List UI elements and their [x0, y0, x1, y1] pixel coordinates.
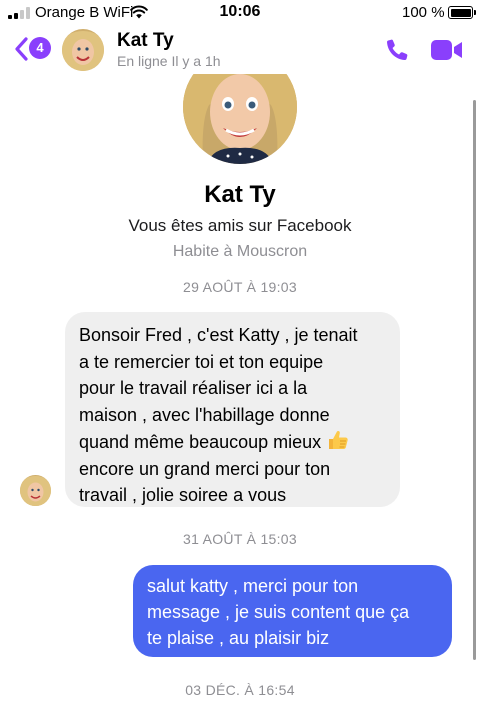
message-line: encore un grand merci pour ton: [79, 458, 331, 479]
message-line: Bonsoir Fred , c'est Katty , je tenait: [79, 325, 358, 345]
profile-location: Habite à Mouscron: [172, 243, 308, 260]
status-bar: Orange B WiFi 10:06 100 %: [0, 0, 480, 26]
unread-count-badge: 4: [29, 37, 51, 59]
contact-avatar[interactable]: [62, 29, 104, 71]
thumbs-up-icon: [329, 431, 348, 449]
message-line: message , je suis content que ça: [147, 602, 410, 622]
chat-header: 4 Kat Ty En ligne Il y a 1h: [0, 26, 480, 74]
message-line: pour le travail réaliser ici a la: [79, 378, 308, 398]
sender-avatar[interactable]: [20, 475, 51, 506]
message-line: salut katty , merci pour ton: [147, 576, 359, 596]
message-line: te plaise , au plaisir biz: [147, 628, 330, 648]
profile-friends-text: Vous êtes amis sur Facebook: [128, 216, 352, 235]
message-line: quand même beaucoup mieux: [79, 432, 322, 452]
back-button[interactable]: 4: [12, 34, 52, 64]
phone-icon[interactable]: [384, 37, 410, 63]
contact-name[interactable]: Kat Ty: [117, 30, 174, 52]
message-line: maison , avec l'habillage donne: [79, 404, 330, 425]
message-line: travail , jolie soiree a vous: [79, 485, 287, 505]
battery-cap: [474, 10, 476, 15]
battery-percent: 100 %: [402, 4, 445, 21]
timestamp: 03 DÉC. À 16:54: [185, 682, 295, 698]
profile-name: Kat Ty: [204, 181, 276, 208]
received-message-bubble[interactable]: Bonsoir Fred , c'est Katty , je tenait a…: [65, 312, 400, 507]
timestamp: 29 AOÛT À 19:03: [183, 279, 297, 295]
battery-icon: [448, 6, 473, 19]
sent-message-bubble[interactable]: salut katty , merci pour ton message , j…: [133, 565, 452, 657]
message-line: a te remercier toi et ton equipe: [79, 351, 324, 372]
timestamp: 31 AOÛT À 15:03: [183, 531, 297, 547]
contact-status: En ligne Il y a 1h: [117, 53, 221, 69]
message-line-with-emoji: quand même beaucoup mieux: [79, 428, 388, 456]
video-camera-icon[interactable]: [431, 39, 463, 61]
